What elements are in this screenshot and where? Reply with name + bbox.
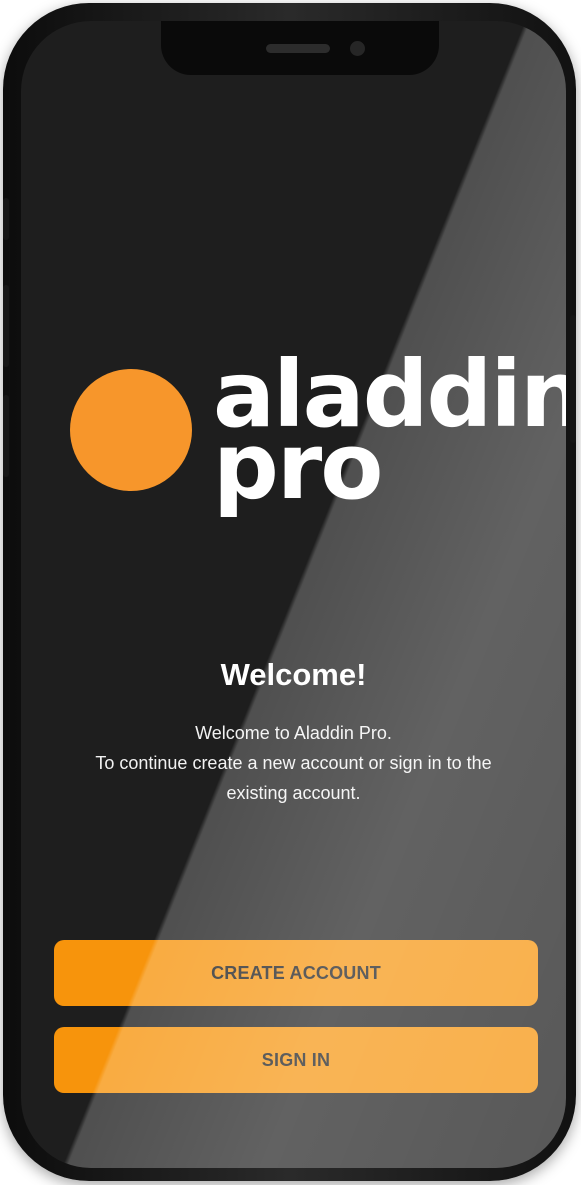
- speaker-icon: [266, 44, 330, 53]
- power-button: [570, 315, 576, 443]
- aladdin-pro-logo: aladdin pro: [70, 349, 566, 535]
- volume-down-button: [3, 395, 9, 477]
- welcome-line-2: To continue create a new account or sign…: [95, 753, 492, 773]
- create-account-button[interactable]: CREATE ACCOUNT: [54, 940, 538, 1006]
- notch: [161, 21, 439, 75]
- mockup-stage: aladdin pro Welcome! Welcome to Aladdin …: [0, 0, 581, 1185]
- phone-screen: aladdin pro Welcome! Welcome to Aladdin …: [21, 21, 566, 1168]
- welcome-line-3: existing account.: [226, 783, 361, 803]
- logo-word-pro: pro: [213, 413, 383, 520]
- mute-switch: [3, 198, 9, 240]
- sign-in-button[interactable]: SIGN IN: [54, 1027, 538, 1093]
- welcome-message: Welcome to Aladdin Pro. To continue crea…: [51, 718, 536, 808]
- camera-icon: [350, 41, 365, 56]
- welcome-title: Welcome!: [220, 657, 367, 692]
- welcome-line-1: Welcome to Aladdin Pro.: [195, 723, 392, 743]
- logo-circle-icon: [70, 369, 192, 491]
- volume-up-button: [3, 285, 9, 367]
- phone-frame: aladdin pro Welcome! Welcome to Aladdin …: [3, 3, 576, 1181]
